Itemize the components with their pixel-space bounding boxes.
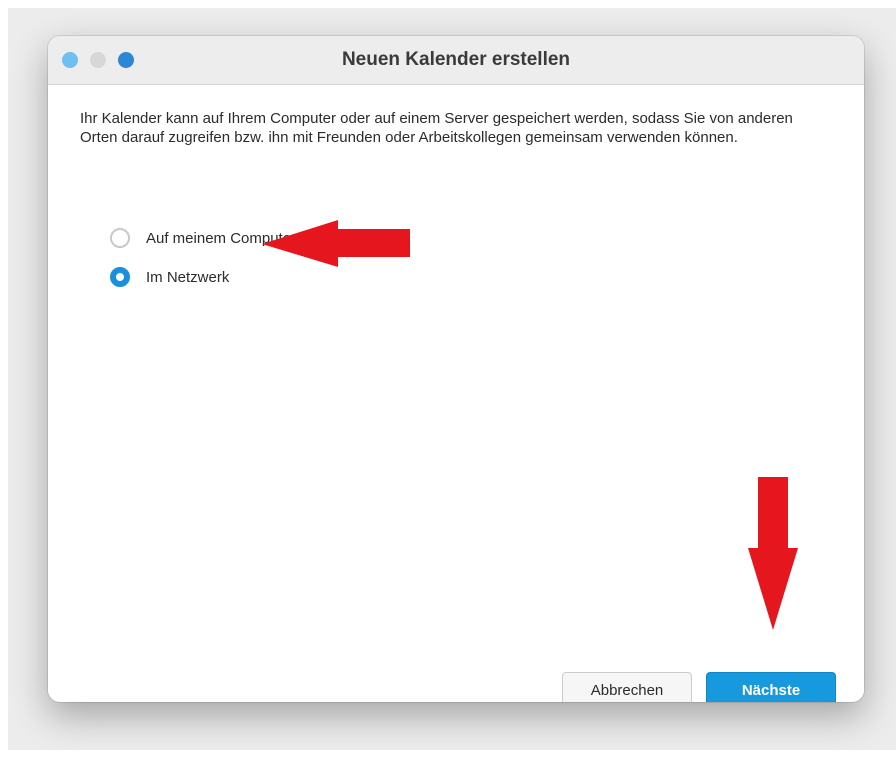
radio-option-network-label: Im Netzwerk bbox=[146, 268, 230, 286]
window-title: Neuen Kalender erstellen bbox=[341, 49, 571, 70]
radio-button-unselected-icon[interactable] bbox=[110, 228, 130, 248]
radio-option-computer[interactable]: Auf meinem Computer bbox=[110, 226, 296, 250]
dialog-description: Ihr Kalender kann auf Ihrem Computer ode… bbox=[80, 110, 793, 146]
radio-button-selected-icon[interactable] bbox=[110, 267, 130, 287]
dialog-window: Neuen Kalender erstellen Ihr Kalender ka… bbox=[48, 36, 864, 702]
radio-option-computer-label: Auf meinem Computer bbox=[146, 229, 297, 247]
cancel-button[interactable]: Abbrechen bbox=[562, 672, 692, 702]
title-bar: Neuen Kalender erstellen bbox=[48, 36, 864, 85]
next-button[interactable]: Nächste bbox=[706, 672, 836, 702]
dialog-content: Ihr Kalender kann auf Ihrem Computer ode… bbox=[48, 85, 864, 702]
radio-option-network[interactable]: Im Netzwerk bbox=[110, 265, 229, 289]
